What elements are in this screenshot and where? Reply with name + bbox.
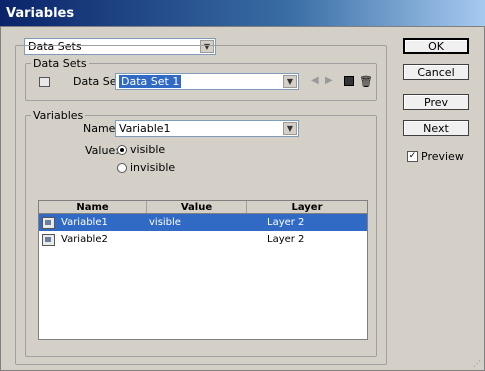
data-sets-group-label: Data Sets [31, 57, 89, 70]
radio-invisible[interactable]: invisible [117, 161, 175, 174]
next-data-set-icon[interactable]: ▶ [325, 75, 333, 86]
radio-visible-button[interactable] [117, 144, 127, 155]
ok-button[interactable]: OK [403, 38, 469, 54]
data-set-dropdown[interactable]: Data Set 1 ▼ [115, 73, 299, 90]
variable-icon [42, 233, 55, 246]
data-set-icon [39, 77, 50, 87]
variable-name-dropdown[interactable]: Variable1 ▼ [115, 120, 299, 137]
row-name: Variable1 [61, 217, 108, 228]
row-value: visible [149, 217, 181, 228]
radio-visible-label: visible [130, 143, 166, 156]
chevron-down-icon[interactable]: ▼ [283, 75, 297, 88]
row-name: Variable2 [61, 234, 108, 245]
name-label: Name: [83, 122, 120, 135]
column-header-layer[interactable]: Layer [247, 201, 367, 213]
data-set-dropdown-value: Data Set 1 [119, 75, 182, 88]
variable-name-value: Variable1 [119, 122, 171, 135]
radio-visible[interactable]: visible [117, 143, 165, 156]
row-name-cell: Variable1 [39, 216, 147, 229]
row-layer: Layer 2 [267, 234, 305, 245]
table-header: Name Value Layer [39, 201, 367, 214]
next-button[interactable]: Next [403, 120, 469, 136]
column-header-value[interactable]: Value [147, 201, 247, 213]
prev-button[interactable]: Prev [403, 94, 469, 110]
column-header-name[interactable]: Name [39, 201, 147, 213]
chevron-down-icon[interactable]: ▼ [283, 122, 297, 135]
row-name-cell: Variable2 [39, 233, 147, 246]
value-label: Value: [85, 144, 119, 157]
row-layer: Layer 2 [267, 217, 305, 228]
save-icon[interactable] [344, 76, 354, 86]
previous-data-set-icon[interactable]: ◀ [311, 75, 319, 86]
variables-dialog: Data Sets ▼ Data Sets Data Set: Data Set… [0, 26, 485, 371]
table-row[interactable]: Variable1 visible Layer 2 [39, 214, 367, 231]
variables-table: Name Value Layer Variable1 visible Layer… [38, 200, 368, 340]
title-bar: Variables [0, 0, 485, 26]
radio-invisible-label: invisible [130, 161, 176, 174]
variables-group-label: Variables [31, 109, 86, 122]
window-title: Variables [6, 6, 75, 21]
preview-check-icon[interactable]: ✓ [407, 151, 418, 162]
preview-label: Preview [421, 150, 464, 163]
trash-icon[interactable]: 🗑 [359, 75, 373, 88]
variable-icon [42, 216, 55, 229]
radio-invisible-button[interactable] [117, 162, 127, 173]
preview-checkbox[interactable]: ✓ Preview [407, 150, 464, 163]
cancel-button[interactable]: Cancel [403, 64, 469, 80]
resize-grip-icon[interactable]: ⋰ [473, 359, 481, 368]
table-row[interactable]: Variable2 Layer 2 [39, 231, 367, 248]
